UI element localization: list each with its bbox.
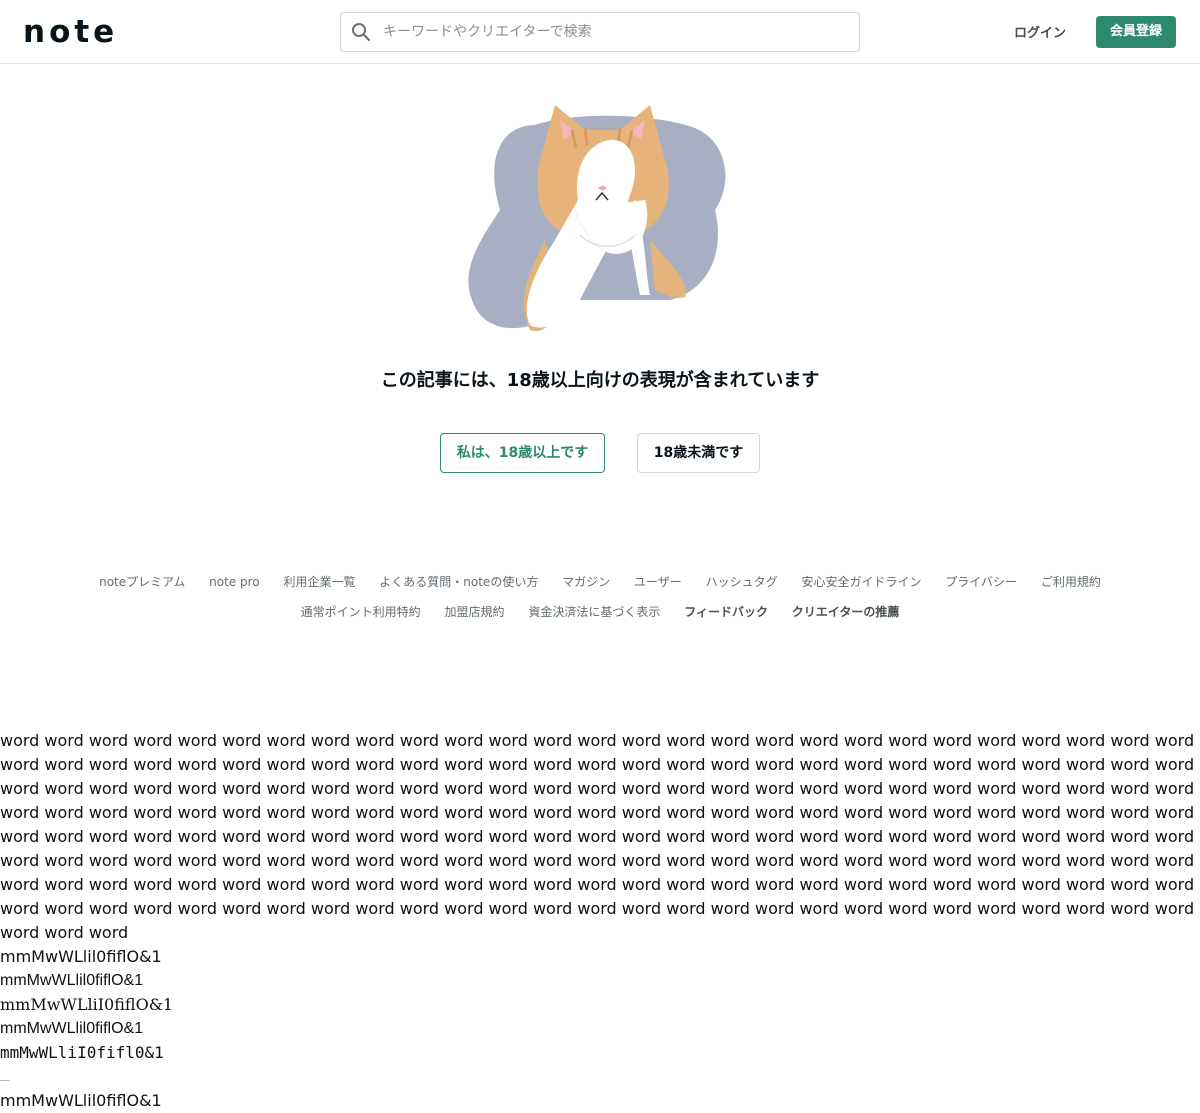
footer-link-terms[interactable]: ご利用規約 (1041, 575, 1101, 589)
divider (0, 1080, 10, 1081)
footer-link-note-pro[interactable]: note pro (209, 575, 259, 589)
font-sample: mmMwWLlil0fiflO&1 (0, 1020, 144, 1037)
font-sample: mmMwWLliI0fifl0&1 (0, 1043, 164, 1062)
font-sample: mmMwWLliI0fiflO&1 (0, 995, 174, 1014)
login-link[interactable]: ログイン (1000, 22, 1080, 41)
font-sample-list: mmMwWLlil0fiflO&1 mmMwWLlil0fiflO&1 mmMw… (0, 945, 173, 1065)
footer-link-creator-recommend[interactable]: クリエイターの推薦 (792, 605, 900, 619)
footer-link-privacy[interactable]: プライバシー (945, 575, 1017, 589)
signup-button[interactable]: 会員登録 (1096, 16, 1176, 48)
footer-link-merchant-terms[interactable]: 加盟店規約 (445, 605, 505, 619)
under-18-button[interactable]: 18歳未満です (637, 433, 760, 473)
confirm-adult-button[interactable]: 私は、18歳以上です (440, 433, 605, 473)
footer-link-magazine[interactable]: マガジン (562, 575, 610, 589)
footer-link-faq[interactable]: よくある質問・noteの使い方 (379, 575, 538, 589)
font-sample: mmMwWLlil0fiflO&1 (0, 972, 144, 989)
footer-links-row-2: 通常ポイント利用特約 加盟店規約 資金決済法に基づく表示 フィードバック クリエ… (0, 603, 1200, 620)
age-warning-message: この記事には、18歳以上向けの表現が含まれています (380, 370, 820, 391)
cat-covering-eyes-illustration (468, 105, 726, 331)
footer-link-hashtags[interactable]: ハッシュタグ (706, 575, 778, 589)
footer-link-companies[interactable]: 利用企業一覧 (283, 575, 355, 589)
footer-link-points-terms[interactable]: 通常ポイント利用特約 (301, 605, 421, 619)
font-sample: mmMwWLlil0fiflO&1 (0, 947, 162, 966)
svg-text:note: note (23, 17, 118, 47)
search-icon (352, 23, 371, 42)
search-input[interactable] (381, 23, 859, 41)
site-header: note ログイン 会員登録 (0, 0, 1200, 64)
note-logo[interactable]: note (23, 17, 125, 47)
footer-link-users[interactable]: ユーザー (634, 575, 682, 589)
footer-link-premium[interactable]: noteプレミアム (99, 575, 185, 589)
footer-link-feedback[interactable]: フィードバック (684, 605, 768, 619)
font-sample: mmMwWLlil0fiflO&1 (0, 1091, 162, 1110)
search-box[interactable] (340, 12, 860, 52)
footer-link-safety-guidelines[interactable]: 安心安全ガイドライン (801, 575, 921, 589)
footer-links-row-1: noteプレミアム note pro 利用企業一覧 よくある質問・noteの使い… (0, 573, 1200, 590)
footer-link-payment-act[interactable]: 資金決済法に基づく表示 (528, 605, 660, 619)
filler-word-text: word word word word word word word word … (0, 731, 1195, 942)
